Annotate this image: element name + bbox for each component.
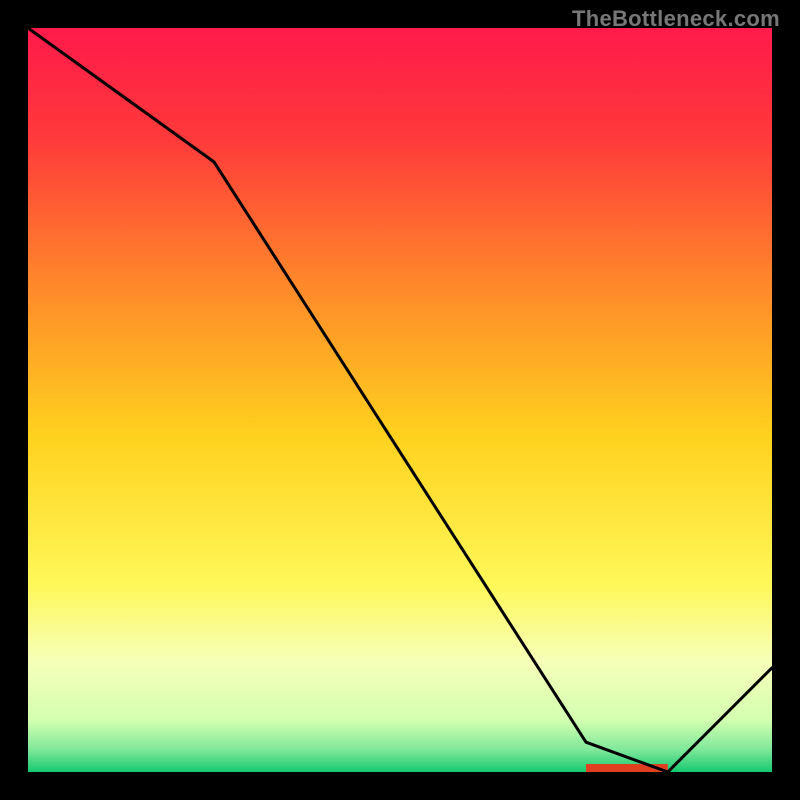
frame-bottom [0,772,800,800]
frame-left [0,0,28,800]
chart-container: TheBottleneck.com [0,0,800,800]
attribution-watermark: TheBottleneck.com [572,6,780,32]
chart-svg [28,28,772,772]
plot-area [28,28,772,772]
frame-right [772,0,800,800]
gradient-background [28,28,772,772]
